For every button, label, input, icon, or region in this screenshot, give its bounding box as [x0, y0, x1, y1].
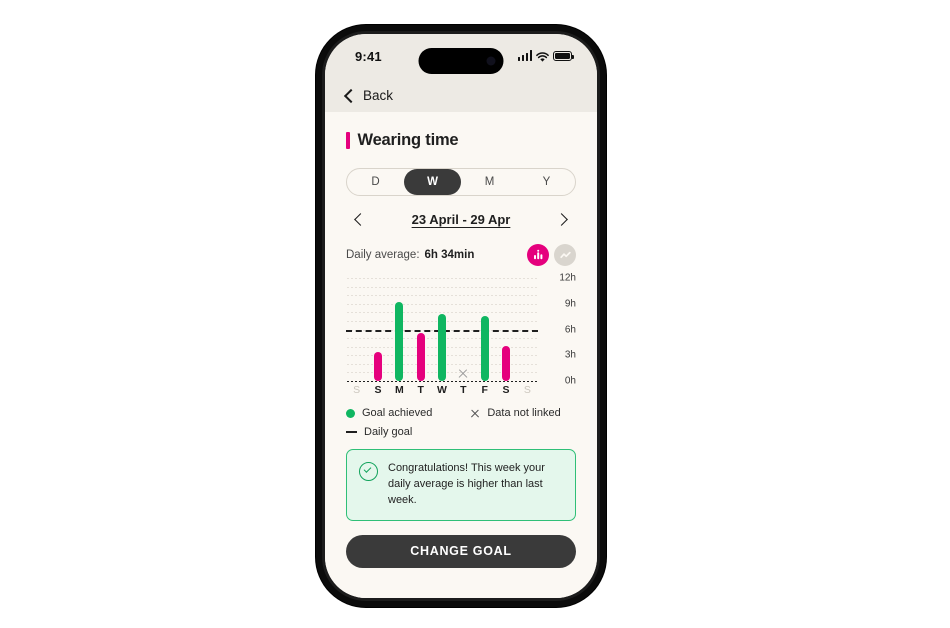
- chevron-right-icon: [555, 212, 568, 226]
- chart-x-tick-label: S: [374, 384, 382, 396]
- chart-y-tick-label: 0h: [564, 375, 576, 387]
- period-option-m[interactable]: M: [461, 169, 518, 195]
- chart-x-tick-label: F: [481, 384, 488, 396]
- chart-gridline: [346, 295, 538, 297]
- chart-x-tick-label: T: [417, 384, 424, 396]
- status-bar: 9:41: [325, 34, 597, 79]
- cellular-signal-icon: [517, 50, 532, 61]
- title-accent-bar: [346, 132, 350, 149]
- battery-icon: [553, 51, 575, 61]
- check-circle-icon: [359, 462, 378, 481]
- x-mark-icon: [458, 367, 469, 378]
- chart-gridline: [346, 286, 538, 288]
- previous-period-button[interactable]: [350, 210, 368, 228]
- legend-label-goal-achieved: Goal achieved: [362, 407, 433, 419]
- legend-item-goal-achieved: Goal achieved: [346, 407, 432, 419]
- change-goal-button-label: CHANGE GOAL: [410, 544, 512, 559]
- chart-x-tick-label: T: [460, 384, 467, 396]
- legend-label-data-not-linked: Data not linked: [487, 407, 561, 419]
- daily-average-value: 6h 34min: [424, 249, 475, 261]
- back-button-label: Back: [363, 88, 394, 103]
- congratulations-message: Congratulations! This week your daily av…: [388, 462, 545, 506]
- date-navigator: 23 April - 29 Apr: [346, 210, 576, 228]
- chart-y-tick-label: 3h: [564, 349, 576, 361]
- green-dot-icon: [346, 408, 355, 418]
- chart-bar[interactable]: [438, 314, 446, 381]
- chart-gridline: [346, 303, 538, 305]
- chart-baseline: [346, 381, 538, 383]
- bar-chart-icon: [534, 249, 543, 260]
- chevron-left-icon: [354, 212, 367, 226]
- phone-frame: 9:41 Back Wearing time D W M Y 23 April …: [316, 25, 606, 607]
- legend-item-daily-goal: Daily goal: [346, 426, 412, 438]
- chart-bar[interactable]: [373, 351, 382, 381]
- legend-row-2: Daily goal: [346, 426, 576, 438]
- navigation-bar: Back: [325, 79, 597, 112]
- period-option-d[interactable]: D: [347, 169, 404, 195]
- wifi-icon: [536, 50, 549, 62]
- page-title-row: Wearing time: [346, 131, 576, 150]
- chart-y-tick-label: 6h: [564, 324, 576, 335]
- content-area: Wearing time D W M Y 23 April - 29 Apr D…: [325, 112, 597, 598]
- status-bar-indicators: [517, 50, 575, 62]
- date-range-label[interactable]: 23 April - 29 Apr: [412, 212, 511, 227]
- chevron-left-icon: [343, 88, 359, 103]
- front-camera-icon: [486, 56, 496, 66]
- daily-average-row: Daily average: 6h 34min: [346, 244, 576, 266]
- legend-label-daily-goal: Daily goal: [364, 426, 413, 438]
- next-period-button[interactable]: [554, 210, 572, 228]
- back-button[interactable]: Back: [343, 88, 394, 103]
- chart-x-tick-label: S: [353, 384, 361, 396]
- chart-view-toggle: [527, 244, 576, 266]
- chart-plot-area: [346, 278, 538, 383]
- chart-legend: Goal achieved Data not linked Daily goal: [346, 407, 576, 445]
- period-option-y[interactable]: Y: [518, 169, 575, 195]
- line-chart-view-button[interactable]: [554, 244, 576, 266]
- dashed-line-icon: [346, 431, 357, 433]
- chart-x-tick-label: S: [523, 384, 531, 396]
- dynamic-island: [418, 48, 504, 74]
- chart-y-tick-label: 9h: [564, 298, 576, 310]
- chart-bar[interactable]: [416, 332, 425, 381]
- legend-row-1: Goal achieved Data not linked: [346, 407, 576, 419]
- period-option-w[interactable]: W: [404, 169, 461, 195]
- wearing-time-chart: SSMTWTFSS 0h 3h 6h 9h 12h: [346, 273, 576, 398]
- chart-x-tick-label: S: [502, 384, 510, 396]
- chart-bar[interactable]: [502, 345, 510, 381]
- daily-average-label: Daily average:: [346, 249, 420, 261]
- bar-chart-view-button[interactable]: [527, 244, 549, 266]
- chart-bar[interactable]: [480, 315, 489, 381]
- phone-bezel: 9:41 Back Wearing time D W M Y 23 April …: [322, 31, 600, 601]
- legend-item-data-not-linked: Data not linked: [470, 407, 560, 419]
- page-title: Wearing time: [357, 131, 459, 149]
- screenshot-canvas: 9:41 Back Wearing time D W M Y 23 April …: [0, 0, 950, 628]
- chart-x-axis-labels: SSMTWTFSS: [346, 384, 538, 398]
- phone-screen: 9:41 Back Wearing time D W M Y 23 April …: [325, 34, 597, 598]
- chart-x-tick-label: W: [437, 384, 447, 396]
- chart-y-tick-label: 12h: [559, 272, 576, 284]
- status-bar-time: 9:41: [355, 49, 382, 64]
- congratulations-banner: Congratulations! This week your daily av…: [346, 449, 576, 521]
- chart-x-tick-label: M: [394, 384, 404, 396]
- x-mark-icon: [470, 408, 480, 418]
- chart-gridline: [346, 278, 538, 279]
- line-chart-icon: [559, 251, 571, 258]
- period-selector[interactable]: D W M Y: [346, 168, 576, 196]
- change-goal-button[interactable]: CHANGE GOAL: [346, 534, 576, 568]
- chart-bar[interactable]: [395, 302, 404, 381]
